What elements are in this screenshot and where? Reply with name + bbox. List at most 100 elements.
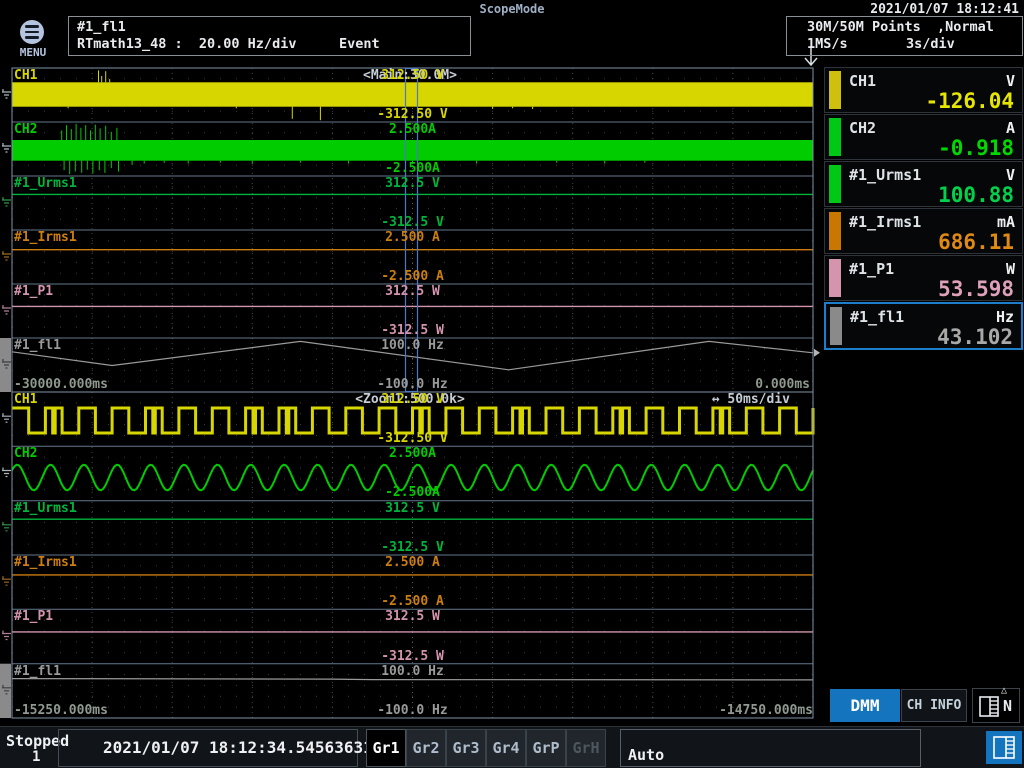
scale-top: 312.5 V <box>345 177 480 190</box>
channel-color-bar <box>830 307 842 345</box>
tab-gr3[interactable]: Gr3 <box>446 729 486 767</box>
menu-icon <box>20 20 44 44</box>
tab-gr1[interactable]: Gr1 <box>366 729 406 767</box>
list-panel-icon <box>979 696 1001 718</box>
measure-unit: W <box>1006 260 1015 278</box>
scale-top: 312.50 V <box>345 69 480 82</box>
ch-info-button[interactable]: CH INFO <box>901 689 967 722</box>
scale-bottom: -312.50 V <box>345 432 480 445</box>
measure-label: #1_P1 <box>849 260 894 278</box>
channel-color-bar <box>829 259 841 297</box>
scale-bottom: -312.5 V <box>345 541 480 554</box>
channel-name: #1_Irms1 <box>14 556 77 569</box>
scale-top: 2.500A <box>345 123 480 136</box>
scale-bottom: -100.0 Hz <box>345 704 480 717</box>
timebase: 3s/div <box>906 36 955 52</box>
measure-label: CH1 <box>849 72 876 90</box>
record-length: 30M/50M Points ,Normal <box>807 19 994 35</box>
menu-label: MENU <box>13 46 53 59</box>
tab-grp[interactable]: GrP <box>526 729 566 767</box>
sample-rate: 1MS/s <box>807 36 848 52</box>
channel-name: CH1 <box>14 393 37 406</box>
channel-name: #1_Urms1 <box>14 502 77 515</box>
channel-name: CH2 <box>14 447 37 460</box>
scale-bottom: -2.500A <box>345 486 480 499</box>
scale-bottom: -312.5 W <box>345 324 480 337</box>
trigger-timestamp: 2021/01/07 18:12:34.54563631 <box>103 738 373 757</box>
trace-scale: RTmath13_48 : 20.00 Hz/div <box>77 36 296 52</box>
event-label: Event <box>339 36 380 52</box>
channel-name: #1_Irms1 <box>14 231 77 244</box>
scale-bottom: -312.5 V <box>345 216 480 229</box>
measure-row-ch1[interactable]: CH1 V -126.04 <box>824 67 1023 113</box>
measure-unit: Hz <box>996 308 1014 326</box>
measure-row-p1[interactable]: #1_P1 W 53.598 <box>824 255 1023 301</box>
menu-button[interactable]: MENU <box>13 20 53 58</box>
zoom-left-time: -15250.000ms <box>14 704 108 717</box>
trace-info-box[interactable]: #1_fl1 RTmath13_48 : 20.00 Hz/div Event <box>68 16 471 56</box>
trace-name: #1_fl1 <box>77 19 126 35</box>
trigger-mode: Auto <box>628 746 664 764</box>
measure-unit: A <box>1006 119 1015 137</box>
side-panel-toggle-button[interactable] <box>986 731 1022 764</box>
n-label: N <box>1003 697 1012 715</box>
scale-top: 312.5 V <box>345 502 480 515</box>
channel-name: CH2 <box>14 123 37 136</box>
main-left-time: -30000.000ms <box>14 378 108 391</box>
channel-name: #1_P1 <box>14 610 53 623</box>
measure-row-urms1[interactable]: #1_Urms1 V 100.88 <box>824 161 1023 207</box>
measure-value: -126.04 <box>925 89 1014 113</box>
dmm-button[interactable]: DMM <box>830 689 900 722</box>
measure-value: 100.88 <box>938 183 1014 207</box>
measure-unit: V <box>1006 166 1015 184</box>
status-bar: Stopped 1 2021/01/07 18:12:34.54563631 G… <box>0 726 1024 768</box>
scale-bottom: -2.500 A <box>345 270 480 283</box>
tab-gr4[interactable]: Gr4 <box>486 729 526 767</box>
acquisition-count: 1 <box>32 749 40 765</box>
panel-layout-icon <box>993 736 1016 760</box>
measure-row-ch2[interactable]: CH2 A -0.918 <box>824 114 1023 160</box>
clock: 2021/01/07 18:12:41 <box>870 2 1019 17</box>
channel-name: #1_fl1 <box>14 665 61 678</box>
channel-color-bar <box>829 118 841 156</box>
scale-top: 2.500 A <box>345 556 480 569</box>
measure-value: 53.598 <box>938 277 1014 301</box>
scope-screen: ScopeMode 2021/01/07 18:12:41 MENU #1_fl… <box>0 0 1024 768</box>
measure-label: CH2 <box>849 119 876 137</box>
scale-top: 2.500 A <box>345 231 480 244</box>
trigger-timestamp-box: 2021/01/07 18:12:34.54563631 <box>58 729 358 767</box>
measure-row-irms1[interactable]: #1_Irms1 mA 686.11 <box>824 208 1023 254</box>
channel-name: CH1 <box>14 69 37 82</box>
scale-top: 100.0 Hz <box>345 339 480 352</box>
measure-label: #1_Irms1 <box>849 213 921 231</box>
trigger-mode-box[interactable]: Auto <box>620 729 921 767</box>
main-right-time: 0.000ms <box>755 378 810 391</box>
channel-name: #1_fl1 <box>14 339 61 352</box>
channel-color-bar <box>829 165 841 203</box>
measure-row-fl1[interactable]: #1_fl1 Hz 43.102 <box>824 302 1023 350</box>
scale-bottom: -312.50 V <box>345 108 480 121</box>
measure-value: 43.102 <box>937 325 1013 349</box>
zoom-timebase: ↔ 50ms/div <box>712 393 790 406</box>
scale-top: 100.0 Hz <box>345 665 480 678</box>
measure-label: #1_Urms1 <box>849 166 921 184</box>
acquisition-box[interactable]: 30M/50M Points ,Normal 1MS/s 3s/div <box>786 16 1023 56</box>
scale-top: 2.500A <box>345 447 480 460</box>
up-triangle-icon: △ <box>1001 685 1007 696</box>
scale-bottom: -312.5 W <box>345 650 480 663</box>
scale-top: 312.5 W <box>345 285 480 298</box>
channel-color-bar <box>829 212 841 250</box>
channel-name: #1_Urms1 <box>14 177 77 190</box>
tab-gr2[interactable]: Gr2 <box>406 729 446 767</box>
measure-label: #1_fl1 <box>850 308 904 326</box>
scale-bottom: -100.0 Hz <box>345 378 480 391</box>
measure-unit: mA <box>997 213 1015 231</box>
scale-top: 312.50 V <box>345 393 480 406</box>
measure-value: -0.918 <box>938 136 1014 160</box>
tab-grh[interactable]: GrH <box>566 729 606 767</box>
scale-bottom: -2.500A <box>345 162 480 175</box>
channel-color-bar <box>829 71 841 109</box>
numeric-panel-button[interactable]: N △ <box>972 688 1020 723</box>
measure-value: 686.11 <box>938 230 1014 254</box>
channel-name: #1_P1 <box>14 285 53 298</box>
